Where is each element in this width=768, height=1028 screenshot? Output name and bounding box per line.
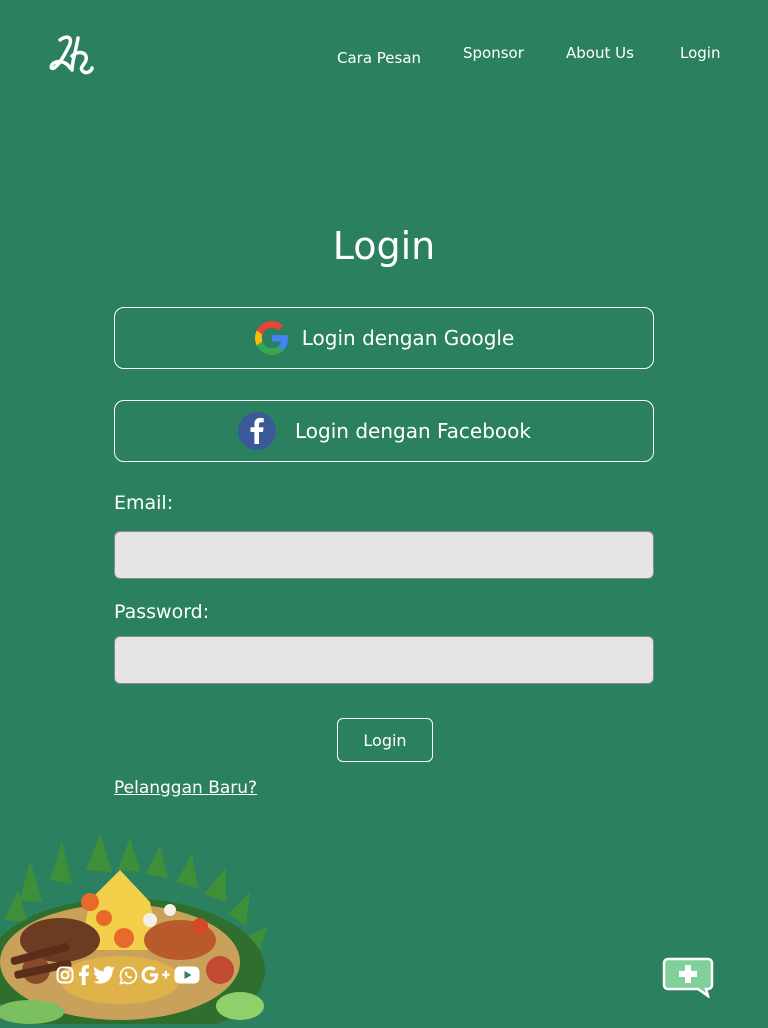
google-login-button[interactable]: Login dengan Google	[114, 307, 654, 369]
password-label: Password:	[114, 601, 210, 623]
new-customer-link[interactable]: Pelanggan Baru?	[114, 778, 257, 798]
facebook-icon[interactable]	[78, 964, 90, 986]
facebook-icon	[237, 411, 277, 451]
page-title: Login	[332, 224, 436, 268]
chat-plus-button[interactable]	[662, 956, 714, 1000]
chat-plus-icon	[662, 957, 714, 1000]
nav-cara-pesan[interactable]: Cara Pesan	[337, 49, 421, 67]
login-submit-button[interactable]: Login	[337, 718, 433, 762]
social-links	[55, 964, 200, 986]
facebook-login-label: Login dengan Facebook	[295, 419, 531, 443]
youtube-icon[interactable]	[174, 964, 200, 986]
nav-sponsor[interactable]: Sponsor	[463, 44, 524, 62]
google-icon	[254, 320, 290, 356]
password-field[interactable]	[114, 636, 654, 684]
facebook-login-button[interactable]: Login dengan Facebook	[114, 400, 654, 462]
google-login-label: Login dengan Google	[301, 326, 515, 350]
nav-login[interactable]: Login	[680, 44, 720, 62]
google-plus-icon[interactable]	[141, 964, 171, 986]
twitter-icon[interactable]	[93, 964, 115, 986]
brand-logo-icon[interactable]	[46, 30, 96, 80]
tumpeng-food-illustration	[0, 830, 280, 1028]
nav-about-us[interactable]: About Us	[566, 44, 634, 62]
instagram-icon[interactable]	[55, 964, 75, 986]
email-label: Email:	[114, 492, 174, 514]
whatsapp-icon[interactable]	[118, 964, 138, 986]
email-field[interactable]	[114, 531, 654, 579]
